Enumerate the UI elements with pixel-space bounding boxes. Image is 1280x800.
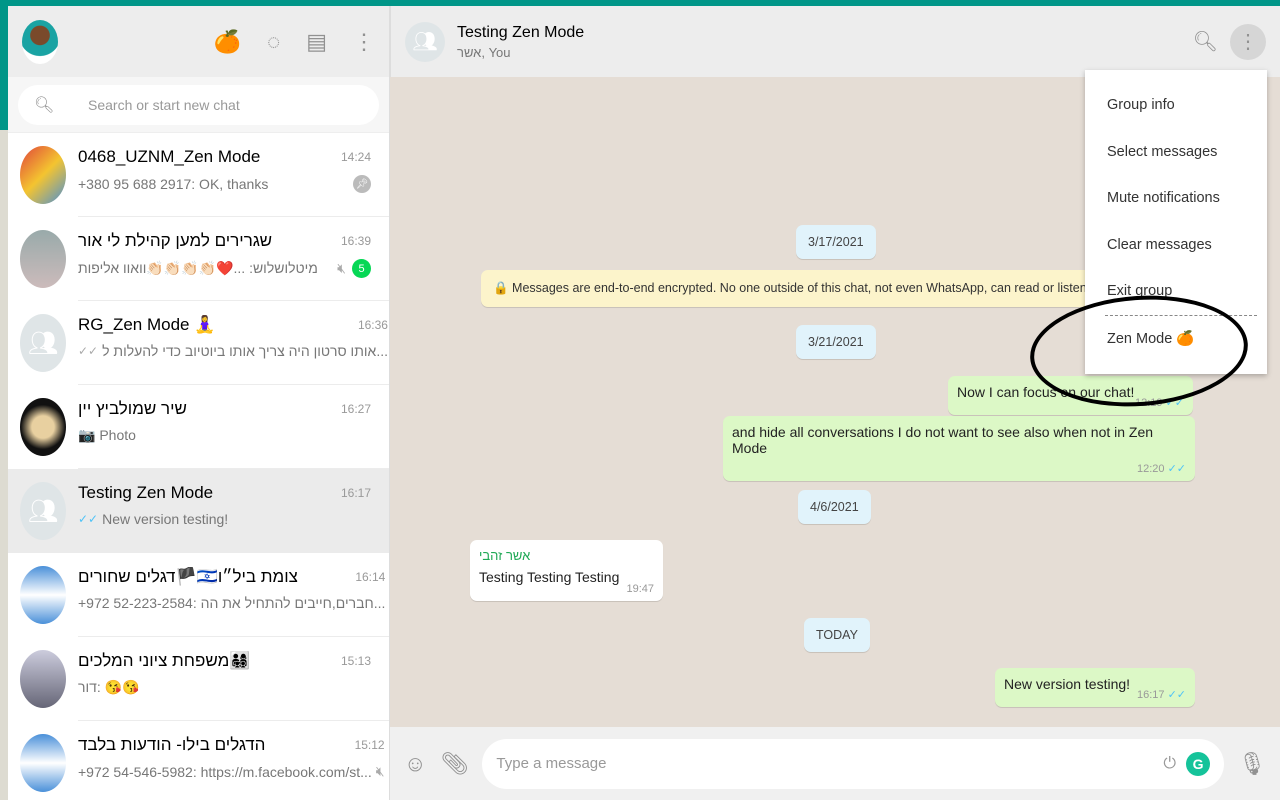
chat-time: 16:36 [357, 318, 388, 332]
chat-preview: 📷 Photo [78, 427, 136, 443]
chat-avatar [20, 566, 66, 624]
message-bubble[interactable]: and hide all conversations I do not want… [723, 416, 1195, 481]
group-avatar-icon[interactable]: 👥︎ [405, 21, 445, 62]
menu-item[interactable]: Select messages [1085, 129, 1267, 176]
message-bubble[interactable]: אשר זהבי Testing Testing Testing 19:47 [470, 540, 663, 601]
menu-item[interactable]: Clear messages [1085, 222, 1267, 269]
chat-time: 16:14 [355, 570, 386, 584]
chat-preview: מיטלושלוש: ...❤️👏🏻👏🏻👏🏻👏🏻וואוו אליפות [78, 260, 318, 276]
chat-name: שיר שמולביץ יין [78, 399, 187, 418]
sidebar-header: 🍊 ◌ ▤ ⋮ [8, 6, 389, 77]
sidebar: 🍊 ◌ ▤ ⋮ 🔍︎ Search or start new chat 0468… [8, 6, 390, 800]
ticks-icon: ✓✓ [78, 512, 99, 526]
chat-time: 16:17 [340, 486, 371, 500]
chat-name: משפחת ציוני המלכים👨‍👩‍👧‍👦 [78, 651, 251, 670]
date-separator: TODAY [804, 618, 870, 652]
chat-avatar [20, 398, 66, 456]
unread-badge: 5 [352, 259, 371, 278]
date-separator: 3/17/2021 [796, 225, 876, 259]
chat-list: 0468_UZNM_Zen Mode 14:24 +380 95 688 2917… [8, 133, 389, 800]
chat-name: שגרירים למען קהילת לי אור [78, 231, 273, 250]
chat-preview: אותו סרטון היה צריך אותו ביוטיוב כדי להע… [102, 343, 388, 359]
chat-list-item[interactable]: הדגלים בילו- הודעות בלבד 15:12 +972 54-54… [8, 721, 389, 800]
message-text: and hide all conversations I do not want… [732, 424, 1154, 456]
chat-title[interactable]: Testing Zen Mode [457, 24, 584, 42]
chat-name: Testing Zen Mode [78, 483, 214, 502]
read-ticks-icon: ✓✓ [1167, 689, 1186, 701]
chat-preview: New version testing! [102, 511, 229, 527]
chat-preview: +380 95 688 2917: OK, thanks [78, 176, 269, 192]
emoji-icon[interactable]: ☺ [404, 751, 426, 777]
date-separator: 3/21/2021 [796, 325, 876, 359]
zen-mode-icon[interactable]: 🍊 [214, 29, 241, 55]
profile-avatar[interactable] [22, 19, 58, 64]
whatsapp-app: 🍊 ◌ ▤ ⋮ 🔍︎ Search or start new chat 0468… [8, 6, 1280, 800]
chat-subtitle: אשר, You [457, 44, 511, 60]
menu-item[interactable]: Mute notifications [1085, 175, 1267, 222]
chat-list-item[interactable]: שיר שמולביץ יין 16:27 📷 Photo [8, 385, 389, 469]
message-time: 12:20 [1136, 463, 1165, 475]
message-input[interactable]: Type a message ⏻ G [482, 738, 1225, 789]
message-bubble[interactable]: New version testing! 16:17 ✓✓ [995, 668, 1195, 707]
group-avatar-icon: 👥︎ [20, 314, 66, 372]
chat-preview: דור: 😘😘 [78, 679, 140, 695]
chat-list-item[interactable]: 👥︎ Testing Zen Mode 16:17 ✓✓ New version t… [8, 469, 389, 553]
chat-avatar [20, 146, 66, 204]
chat-name: דגלים שחורים🏴🇮🇱צומת ביל״ו [78, 567, 298, 586]
chat-avatar [20, 650, 66, 708]
chat-list-item[interactable]: 0468_UZNM_Zen Mode 14:24 +380 95 688 2917… [8, 133, 389, 217]
chat-name: 0468_UZNM_Zen Mode [78, 147, 261, 166]
chat-name: RG_Zen Mode 🧘‍♀️ [78, 315, 216, 334]
muted-icon: 🔇︎ [337, 260, 346, 276]
grammarly-icon[interactable]: G [1186, 751, 1211, 776]
chat-avatar [20, 230, 66, 288]
chat-list-item[interactable]: דגלים שחורים🏴🇮🇱צומת ביל״ו 16:14 +972 52-2… [8, 553, 389, 637]
chat-preview: +972 54-546-5982: https://m.facebook.com… [78, 763, 372, 780]
read-ticks-icon: ✓✓ [1167, 463, 1186, 475]
search-area: 🔍︎ Search or start new chat [8, 77, 389, 133]
menu-icon[interactable]: ⋮ [353, 29, 375, 55]
microphone-icon[interactable]: 🎙︎ [1238, 751, 1266, 777]
new-chat-icon[interactable]: ▤ [306, 29, 327, 55]
status-icon[interactable]: ◌ [267, 29, 280, 55]
pin-icon: 📌︎ [353, 175, 371, 193]
menu-item[interactable]: Group info [1085, 82, 1267, 129]
group-avatar-icon: 👥︎ [20, 482, 66, 540]
power-icon[interactable]: ⏻ [1163, 755, 1176, 773]
chat-list-item[interactable]: שגרירים למען קהילת לי אור 16:39 מיטלושלוש… [8, 217, 389, 301]
search-input[interactable]: 🔍︎ Search or start new chat [18, 85, 379, 125]
date-separator: 4/6/2021 [798, 490, 871, 524]
message-time: 16:17 [1136, 689, 1165, 701]
chat-time: 16:39 [340, 234, 371, 248]
chat-preview: +972 52-223-2584: חברים,חייבים להתחיל את… [78, 595, 386, 611]
conversation-panel: 👥︎ Testing Zen Mode אשר, You 🔍︎ ⋮ 3/17/2… [390, 6, 1280, 800]
chat-menu-icon[interactable]: ⋮ [1230, 23, 1266, 60]
muted-icon: 🔇︎ [375, 763, 385, 779]
chat-time: 16:27 [340, 402, 371, 416]
ticks-icon: ✓✓ [78, 344, 99, 358]
chat-name: הדגלים בילו- הודעות בלבד [78, 735, 266, 754]
chat-list-item[interactable]: 👥︎ RG_Zen Mode 🧘‍♀️ 16:36 ✓✓ אותו סרטון הי… [8, 301, 389, 385]
message-sender: אשר זהבי [479, 548, 531, 563]
search-icon: 🔍︎ [34, 97, 55, 114]
chat-time: 15:12 [354, 738, 385, 752]
search-icon[interactable]: 🔍︎ [1193, 29, 1218, 54]
chat-list-item[interactable]: משפחת ציוני המלכים👨‍👩‍👧‍👦 15:13 דור: 😘😘 [8, 637, 389, 721]
composer: ☺ 📎︎ Type a message ⏻ G 🎙︎ [390, 727, 1280, 800]
chat-time: 14:24 [340, 150, 371, 164]
chat-header: 👥︎ Testing Zen Mode אשר, You 🔍︎ ⋮ [390, 6, 1280, 77]
chat-time: 15:13 [340, 654, 371, 668]
attach-icon[interactable]: 📎︎ [440, 751, 468, 777]
chat-avatar [20, 734, 66, 792]
